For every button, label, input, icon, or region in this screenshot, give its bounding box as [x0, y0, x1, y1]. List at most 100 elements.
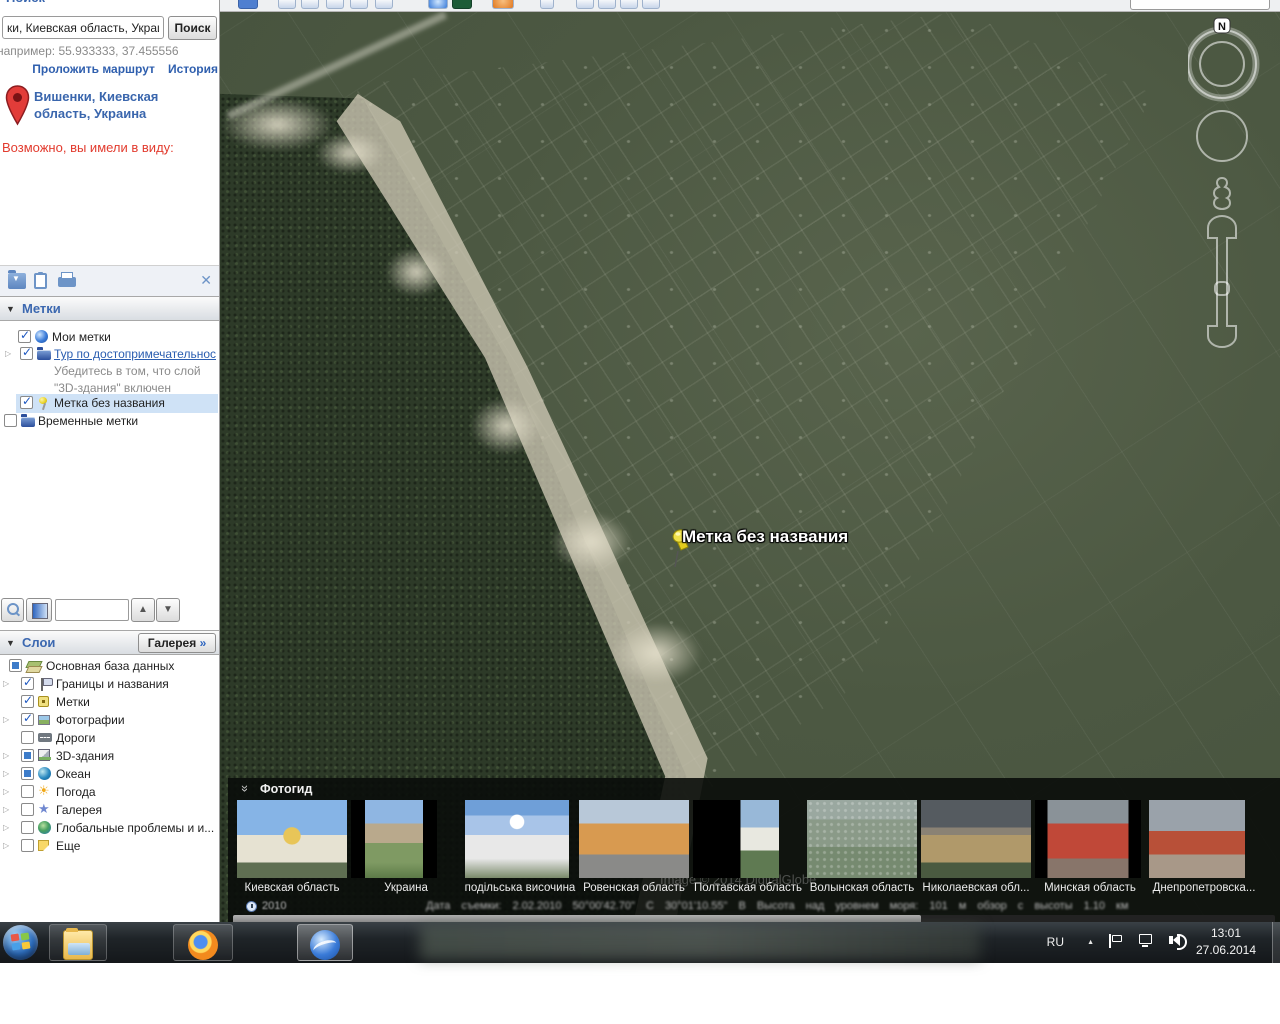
language-indicator[interactable]: RU: [1047, 935, 1064, 949]
map-viewport[interactable]: Метка без названия N Фотогид Image © 201…: [220, 12, 1280, 922]
checkbox[interactable]: [21, 713, 34, 726]
add-polygon-icon[interactable]: [301, 0, 319, 9]
toggle-sidebar-icon[interactable]: [238, 0, 258, 9]
show-hidden-icons[interactable]: [1087, 939, 1094, 946]
checkbox[interactable]: [21, 695, 34, 708]
action-center-flag-icon[interactable]: [1112, 935, 1122, 942]
view-in-maps-icon[interactable]: [642, 0, 660, 9]
photo-thumbnail[interactable]: [921, 800, 1031, 878]
checkbox[interactable]: [21, 803, 34, 816]
taskbar-button-firefox[interactable]: [173, 924, 233, 961]
photo-label[interactable]: Николаевская обл...: [920, 882, 1032, 894]
taskbar-button-explorer[interactable]: [49, 924, 107, 961]
checkbox[interactable]: [21, 749, 34, 762]
photo-label[interactable]: подільська височина: [464, 882, 576, 894]
places-item-label[interactable]: Временные метки: [38, 414, 138, 428]
expander-icon[interactable]: [3, 805, 9, 814]
checkbox[interactable]: [18, 330, 31, 343]
layer-label[interactable]: Еще: [56, 839, 80, 853]
history-link[interactable]: История: [168, 62, 218, 76]
network-icon[interactable]: [1139, 934, 1152, 944]
checkbox[interactable]: [9, 659, 22, 672]
photo-label[interactable]: Днепропетровска...: [1148, 882, 1260, 894]
checkbox[interactable]: [21, 767, 34, 780]
layer-label[interactable]: Глобальные проблемы и и...: [56, 821, 214, 835]
collapse-triangle-icon[interactable]: [6, 638, 15, 648]
layer-label[interactable]: Дороги: [56, 731, 95, 745]
layer-label[interactable]: Океан: [56, 767, 91, 781]
photo-label[interactable]: Киевская область: [236, 882, 348, 894]
planets-icon[interactable]: [492, 0, 514, 9]
photo-label[interactable]: Минская область: [1034, 882, 1146, 894]
historical-imagery-icon[interactable]: [428, 0, 448, 9]
layer-label[interactable]: Фотографии: [56, 713, 125, 727]
show-desktop-button[interactable]: [1272, 922, 1280, 963]
placemark-label[interactable]: Метка без названия: [682, 527, 848, 547]
photo-thumbnail[interactable]: [237, 800, 347, 878]
photo-thumbnail[interactable]: [693, 800, 779, 878]
search-input[interactable]: [2, 16, 164, 39]
photo-thumbnail[interactable]: [1035, 800, 1141, 878]
layers-panel-header[interactable]: Слои Галерея »: [0, 630, 220, 655]
ruler-icon[interactable]: [540, 0, 554, 9]
sign-in-box-clipped[interactable]: [1130, 0, 1270, 10]
volume-icon[interactable]: [1173, 934, 1180, 946]
photo-label[interactable]: Полтавская область: [692, 882, 804, 894]
add-overlay-icon[interactable]: [350, 0, 368, 9]
navigation-controls[interactable]: N: [1188, 16, 1260, 376]
layer-label[interactable]: Границы и названия: [56, 677, 169, 691]
historical-clock-icon[interactable]: [246, 901, 257, 912]
search-result[interactable]: Вишенки, Киевская область, Украина: [34, 88, 158, 122]
places-item-label[interactable]: Тур по достопримечательнос: [54, 347, 216, 361]
add-folder-icon[interactable]: [8, 273, 26, 289]
add-placemark-icon[interactable]: [278, 0, 296, 9]
checkbox[interactable]: [20, 347, 33, 360]
photo-thumbnail[interactable]: [807, 800, 917, 878]
photo-thumbnail[interactable]: [579, 800, 689, 878]
layer-label[interactable]: Погода: [56, 785, 96, 799]
places-item-label[interactable]: Мои метки: [52, 330, 111, 344]
bottom-scroll-thumb[interactable]: [233, 915, 921, 922]
layer-label[interactable]: Галерея: [56, 803, 102, 817]
checkbox[interactable]: [21, 821, 34, 834]
close-panel-icon[interactable]: [200, 272, 212, 289]
photo-label[interactable]: Ровенская область: [578, 882, 690, 894]
photo-label[interactable]: Украина: [350, 882, 462, 894]
expander-icon[interactable]: [3, 679, 9, 688]
taskbar-button-google-earth[interactable]: [297, 924, 353, 961]
places-panel-header[interactable]: Метки: [0, 296, 220, 321]
expander-icon[interactable]: [3, 769, 9, 778]
checkbox[interactable]: [21, 839, 34, 852]
layer-label[interactable]: Метки: [56, 695, 90, 709]
expander-icon[interactable]: [3, 715, 9, 724]
bottom-scroll-track[interactable]: [233, 915, 1275, 922]
checkbox[interactable]: [20, 396, 33, 409]
expander-icon[interactable]: [5, 349, 11, 358]
layer-label[interactable]: Основная база данных: [46, 659, 174, 673]
email-icon[interactable]: [576, 0, 594, 9]
checkbox[interactable]: [21, 731, 34, 744]
print-map-icon[interactable]: [598, 0, 616, 9]
photo-thumbnail[interactable]: [465, 800, 569, 878]
expander-icon[interactable]: [3, 823, 9, 832]
expander-icon[interactable]: [3, 751, 9, 760]
checkbox[interactable]: [4, 414, 17, 427]
checkbox[interactable]: [21, 785, 34, 798]
print-icon[interactable]: [58, 277, 76, 287]
record-tour-icon[interactable]: [375, 0, 393, 9]
expander-icon[interactable]: [3, 787, 9, 796]
route-link[interactable]: Проложить маршрут: [32, 62, 155, 76]
find-next-button[interactable]: ▼: [156, 598, 180, 622]
find-previous-button[interactable]: ▲: [131, 598, 155, 622]
sunlight-icon[interactable]: [452, 0, 472, 9]
copy-icon[interactable]: [34, 273, 47, 289]
collapse-strip-icon[interactable]: [236, 785, 251, 792]
places-item-label[interactable]: Метка без названия: [54, 396, 165, 410]
layer-label[interactable]: 3D-здания: [56, 749, 114, 763]
photo-thumbnail[interactable]: [1149, 800, 1245, 878]
save-image-icon[interactable]: [620, 0, 638, 9]
add-path-icon[interactable]: [326, 0, 344, 9]
photo-thumbnail[interactable]: [351, 800, 437, 878]
checkbox[interactable]: [21, 677, 34, 690]
search-button[interactable]: Поиск: [168, 16, 217, 40]
